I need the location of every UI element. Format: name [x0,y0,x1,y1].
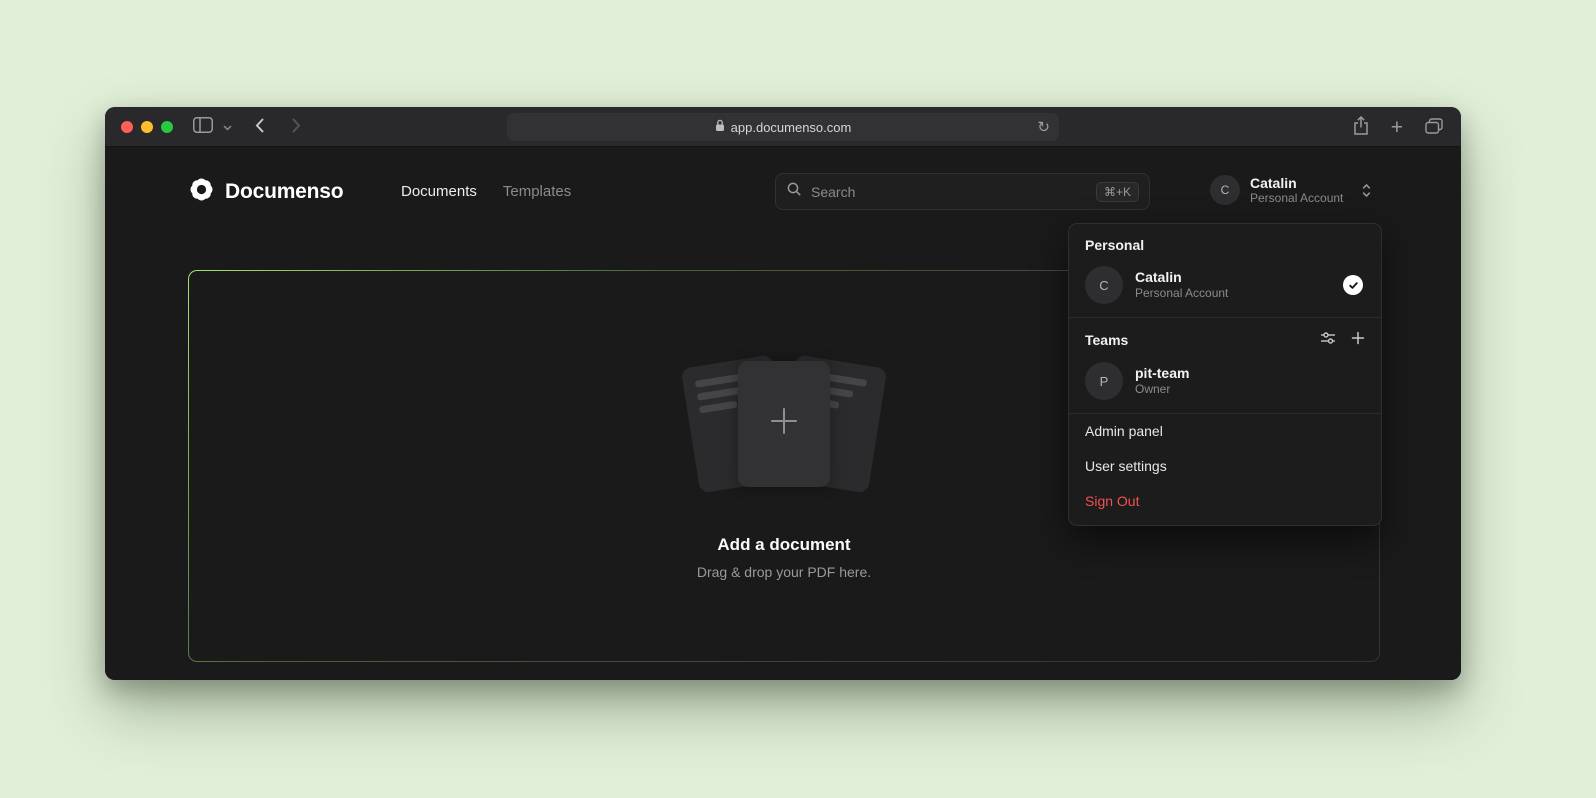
team-name: pit-team [1135,365,1189,382]
new-tab-button[interactable]: + [1391,117,1403,138]
dropzone-title: Add a document [717,535,850,555]
close-window-button[interactable] [121,121,133,133]
dropzone-subtitle: Drag & drop your PDF here. [697,564,871,580]
address-bar[interactable]: app.documenso.com ↻ [507,113,1059,141]
search-icon [786,181,802,202]
menu-team-item[interactable]: P pit-team Owner [1069,358,1381,413]
minimize-window-button[interactable] [141,121,153,133]
document-stack-illustration [654,353,914,497]
menu-section-teams-header: Teams [1069,318,1381,358]
create-team-button[interactable] [1351,331,1365,348]
nav-documents[interactable]: Documents [401,183,477,200]
menu-section-personal: Personal [1069,224,1381,262]
app-content: Documenso Documents Templates ⌘+K C Cata… [105,147,1461,680]
tabs-icon [1425,118,1443,137]
menu-section-teams: Teams [1085,332,1128,348]
menu-item-sign-out[interactable]: Sign Out [1069,484,1381,519]
documenso-logo-icon [188,176,215,208]
share-button[interactable] [1351,114,1371,140]
account-dropdown-menu: Personal C Catalin Personal Account Team… [1068,223,1382,526]
sidebar-icon [193,117,213,136]
personal-avatar: C [1085,266,1123,304]
back-button[interactable] [252,115,267,139]
forward-button[interactable] [289,115,304,139]
zoom-window-button[interactable] [161,121,173,133]
chevron-up-down-icon [1361,183,1372,198]
personal-name: Catalin [1135,269,1228,286]
selected-check-icon [1343,275,1363,295]
sliders-icon [1320,330,1336,349]
search-input[interactable] [811,184,1087,200]
team-role: Owner [1135,382,1189,398]
reload-button[interactable]: ↻ [1037,118,1050,136]
search-shortcut-badge: ⌘+K [1096,182,1139,202]
account-avatar: C [1210,175,1240,205]
brand-logo-link[interactable]: Documenso [188,176,343,208]
personal-subtitle: Personal Account [1135,286,1228,302]
account-name: Catalin [1250,175,1343,191]
nav-templates[interactable]: Templates [503,183,571,200]
browser-window: app.documenso.com ↻ + [105,107,1461,680]
share-icon [1353,116,1369,138]
search-bar: ⌘+K [775,173,1150,210]
tab-overview-button[interactable] [1423,116,1445,139]
chevron-left-icon [254,117,265,137]
brand-name: Documenso [225,180,343,204]
plus-icon [1351,331,1365,348]
team-avatar: P [1085,362,1123,400]
lock-icon [715,119,725,135]
chevron-down-icon [223,119,232,134]
account-subtitle: Personal Account [1250,191,1343,205]
menu-item-admin-panel[interactable]: Admin panel [1069,414,1381,449]
sidebar-menu-chevron[interactable] [221,117,234,136]
menu-item-user-settings[interactable]: User settings [1069,449,1381,484]
window-controls [121,121,173,133]
desktop-background: app.documenso.com ↻ + [0,0,1596,798]
account-menu-button[interactable]: C Catalin Personal Account [1210,175,1372,205]
menu-personal-account-item[interactable]: C Catalin Personal Account [1069,262,1381,317]
plus-icon [767,404,801,443]
address-url: app.documenso.com [731,120,852,135]
manage-teams-button[interactable] [1320,330,1336,349]
sidebar-toggle-button[interactable] [191,115,215,138]
illustration-card-center [738,361,830,487]
main-nav: Documents Templates [401,183,571,200]
chevron-right-icon [291,117,302,137]
browser-titlebar: app.documenso.com ↻ + [105,107,1461,147]
